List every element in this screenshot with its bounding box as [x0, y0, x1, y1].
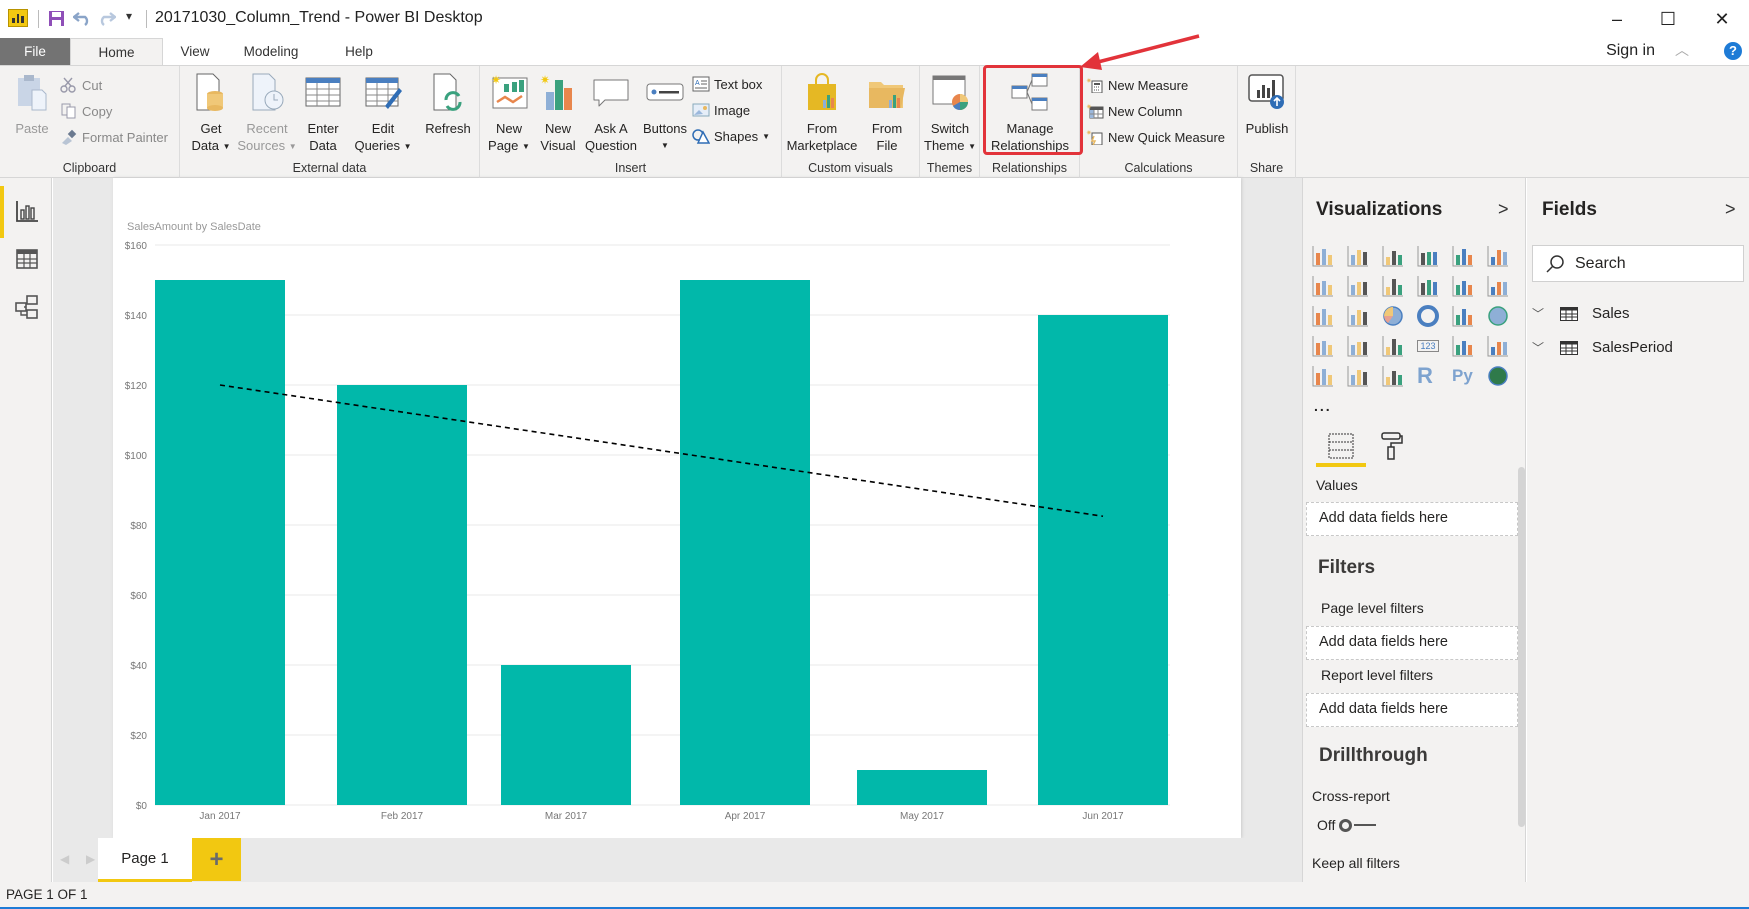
visualizations-scrollbar[interactable]	[1518, 467, 1525, 827]
stacked-area-chart-icon[interactable]	[1382, 275, 1404, 297]
page-filters-drop-zone[interactable]: Add data fields here	[1306, 626, 1518, 660]
bar-may-2017[interactable]	[857, 770, 987, 805]
bar-apr-2017[interactable]	[680, 280, 810, 805]
y-tick-label: $120	[125, 381, 148, 392]
table-icon[interactable]	[1347, 365, 1369, 387]
stacked-bar-chart-icon[interactable]	[1312, 245, 1334, 267]
100-stacked-bar-chart-icon[interactable]	[1452, 245, 1474, 267]
x-tick-label: Feb 2017	[381, 811, 424, 822]
scatter-chart-icon[interactable]	[1347, 305, 1369, 327]
toggle-track	[1354, 824, 1377, 826]
bar-jan-2017[interactable]	[155, 280, 285, 805]
y-tick-label: $40	[130, 661, 147, 672]
filled-map-icon[interactable]	[1312, 335, 1334, 357]
fields-title: Fields	[1542, 199, 1597, 220]
area-chart-icon[interactable]	[1347, 275, 1369, 297]
keep-all-filters-label: Keep all filters	[1312, 855, 1400, 871]
stacked-column-chart-icon[interactable]	[1347, 245, 1369, 267]
gauge-icon[interactable]	[1382, 335, 1404, 357]
r-script-visual-icon[interactable]: R	[1417, 365, 1439, 387]
table-icon	[1560, 306, 1578, 321]
search-icon	[1546, 254, 1564, 273]
y-tick-label: $60	[130, 591, 147, 602]
fields-search-box[interactable]: Search	[1532, 245, 1744, 282]
toggle-knob	[1339, 818, 1353, 832]
cross-report-label: Cross-report	[1312, 788, 1390, 804]
map-icon[interactable]	[1487, 305, 1509, 327]
next-page-arrow[interactable]: ▶	[86, 852, 95, 866]
treemap-icon[interactable]	[1452, 305, 1474, 327]
y-tick-label: $140	[125, 311, 148, 322]
field-table-salesperiod[interactable]: ﹀ SalesPeriod	[1532, 339, 1673, 356]
expand-chevron-icon[interactable]: ﹀	[1532, 339, 1552, 356]
clustered-bar-chart-icon[interactable]	[1382, 245, 1404, 267]
add-page-button[interactable]: +	[192, 838, 241, 881]
y-tick-label: $160	[125, 241, 148, 252]
format-paint-roller-icon[interactable]	[1380, 431, 1404, 461]
collapse-fields-icon[interactable]: >	[1725, 199, 1736, 220]
report-level-filters-label: Report level filters	[1321, 667, 1434, 683]
line-chart-icon[interactable]	[1312, 275, 1334, 297]
x-tick-label: Apr 2017	[725, 811, 766, 822]
y-tick-label: $80	[130, 521, 147, 532]
y-tick-label: $20	[130, 731, 147, 742]
line-and-clustered-column-icon[interactable]	[1452, 275, 1474, 297]
bar-jun-2017[interactable]	[1038, 315, 1168, 805]
fields-pane	[1527, 178, 1749, 882]
previous-page-arrow[interactable]: ◀	[60, 852, 69, 866]
values-label: Values	[1316, 477, 1358, 493]
clustered-column-chart-icon[interactable]	[1417, 245, 1439, 267]
page-tab-1[interactable]: Page 1	[98, 838, 192, 882]
toggle-state: Off	[1317, 817, 1336, 833]
cross-report-toggle[interactable]: Off	[1317, 817, 1377, 833]
collapse-visualizations-icon[interactable]: >	[1498, 199, 1509, 220]
expand-chevron-icon[interactable]: ﹀	[1532, 305, 1552, 322]
pie-chart-icon[interactable]	[1382, 305, 1404, 327]
status-bar: PAGE 1 OF 1	[0, 882, 1749, 909]
visualizations-title: Visualizations	[1316, 199, 1443, 220]
x-tick-label: Jan 2017	[199, 811, 241, 822]
matrix-icon[interactable]	[1382, 365, 1404, 387]
python-visual-icon[interactable]: Py	[1452, 365, 1474, 387]
donut-chart-icon[interactable]	[1417, 305, 1439, 327]
bar-feb-2017[interactable]	[337, 385, 467, 805]
y-tick-label: $0	[136, 801, 148, 812]
table-name: SalesPeriod	[1592, 339, 1673, 356]
slicer-icon[interactable]	[1312, 365, 1334, 387]
100-stacked-column-chart-icon[interactable]	[1487, 245, 1509, 267]
x-tick-label: Jun 2017	[1082, 811, 1124, 822]
kpi-icon[interactable]	[1487, 335, 1509, 357]
arcgis-map-icon[interactable]	[1487, 365, 1509, 387]
visual-types-grid: 123 R Py	[1312, 245, 1522, 395]
filters-title: Filters	[1318, 557, 1376, 578]
more-visuals-button[interactable]: ...	[1314, 398, 1332, 414]
drillthrough-title: Drillthrough	[1319, 745, 1428, 766]
multi-row-card-icon[interactable]	[1452, 335, 1474, 357]
y-tick-label: $100	[125, 451, 148, 462]
fields-wells-icon[interactable]	[1328, 433, 1354, 459]
active-pane-tab-indicator	[1316, 463, 1366, 467]
ribbon-chart-icon[interactable]	[1487, 275, 1509, 297]
table-name: Sales	[1592, 305, 1630, 322]
page-indicator: PAGE 1 OF 1	[6, 887, 88, 902]
table-icon	[1560, 340, 1578, 355]
report-filters-drop-zone[interactable]: Add data fields here	[1306, 693, 1518, 727]
card-icon[interactable]: 123	[1417, 335, 1439, 357]
x-tick-label: May 2017	[900, 811, 944, 822]
field-table-sales[interactable]: ﹀ Sales	[1532, 305, 1630, 322]
x-tick-label: Mar 2017	[545, 811, 588, 822]
search-placeholder: Search	[1575, 254, 1626, 272]
waterfall-chart-icon[interactable]	[1312, 305, 1334, 327]
values-drop-zone[interactable]: Add data fields here	[1306, 502, 1518, 536]
line-and-stacked-column-icon[interactable]	[1417, 275, 1439, 297]
page-level-filters-label: Page level filters	[1321, 600, 1424, 616]
bar-mar-2017[interactable]	[501, 665, 631, 805]
funnel-icon[interactable]	[1347, 335, 1369, 357]
